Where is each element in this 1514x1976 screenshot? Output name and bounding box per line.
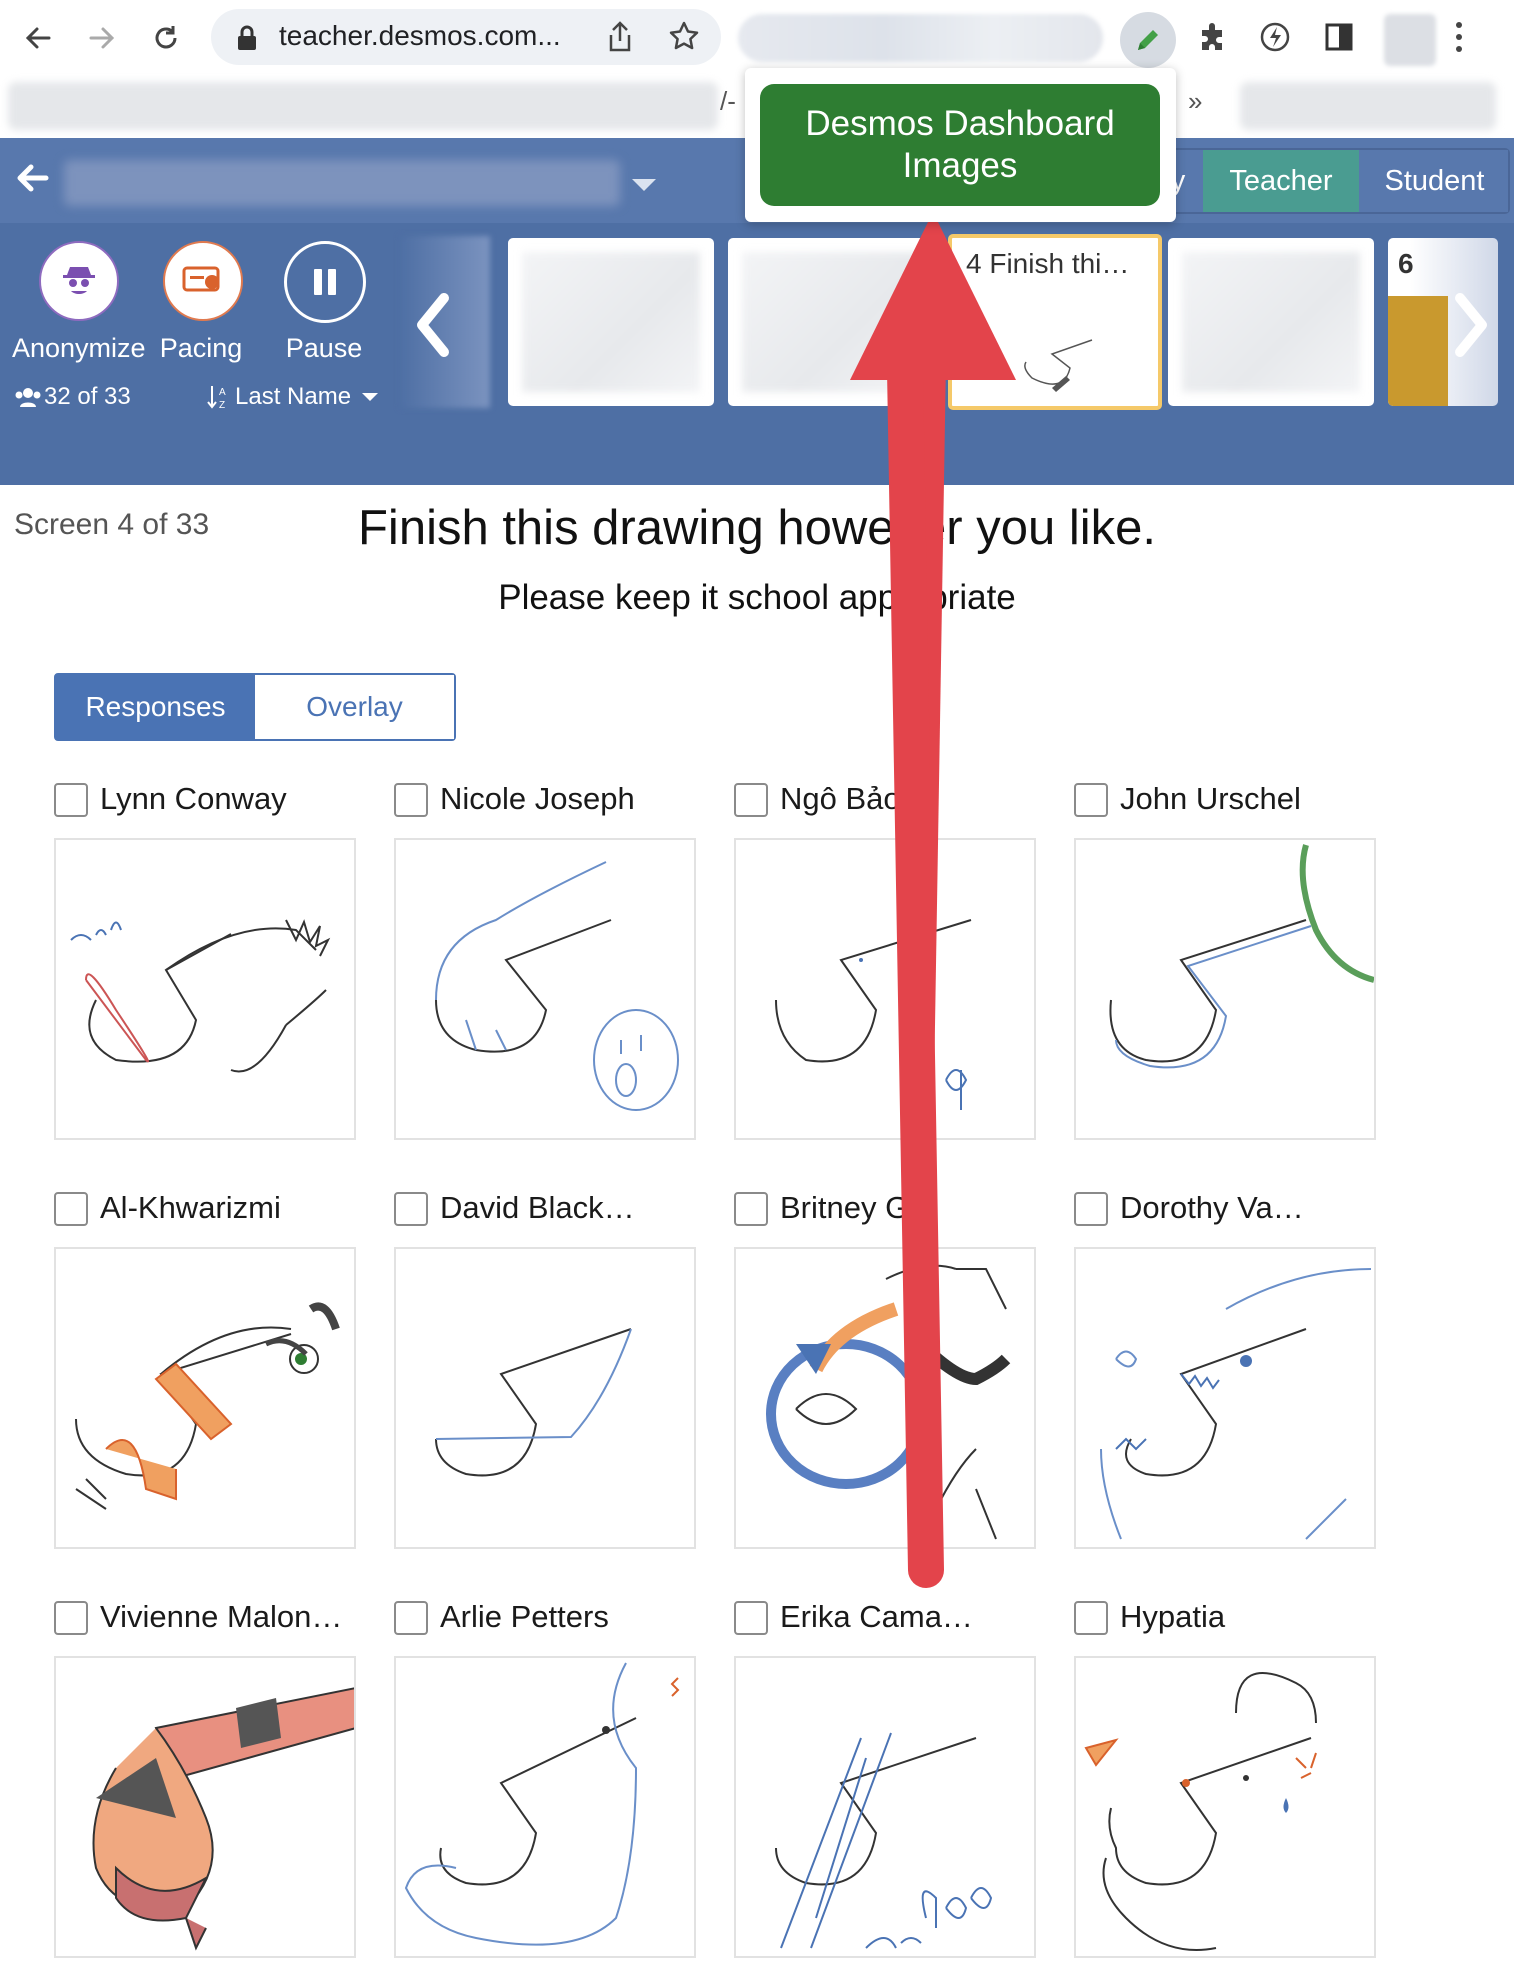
screen-thumbnail-3[interactable] bbox=[728, 238, 934, 406]
select-checkbox[interactable] bbox=[394, 1601, 428, 1635]
popup-button-line2: Images bbox=[902, 146, 1018, 185]
student-name: David Black… bbox=[440, 1190, 635, 1225]
bookmarks-blurred-right bbox=[1240, 82, 1496, 130]
select-checkbox[interactable] bbox=[54, 1192, 88, 1226]
screen-thumbnail-2[interactable] bbox=[508, 238, 714, 406]
pause-label: Pause bbox=[285, 333, 363, 363]
desmos-dashboard-images-button[interactable]: Desmos Dashboard Images bbox=[760, 84, 1160, 206]
pacing-button[interactable] bbox=[163, 241, 243, 321]
scroll-left-arrow-icon[interactable] bbox=[412, 290, 452, 360]
select-checkbox[interactable] bbox=[394, 1192, 428, 1226]
anonymize-button[interactable] bbox=[39, 241, 119, 321]
student-drawing[interactable] bbox=[1074, 838, 1376, 1140]
student-drawing[interactable] bbox=[394, 1656, 696, 1958]
student-name: Britney G… bbox=[780, 1190, 941, 1225]
student-drawing[interactable] bbox=[1074, 1247, 1376, 1549]
sort-az-icon: AZ bbox=[206, 384, 230, 415]
mode-teacher-tab[interactable]: Teacher bbox=[1203, 150, 1359, 212]
menu-kebab-icon[interactable] bbox=[1454, 20, 1464, 59]
view-toggle: Responses Overlay bbox=[54, 673, 456, 741]
student-drawing[interactable] bbox=[734, 1656, 1036, 1958]
select-checkbox[interactable] bbox=[394, 783, 428, 817]
student-drawing[interactable] bbox=[734, 1247, 1036, 1549]
url-text[interactable]: teacher.desmos.com... bbox=[279, 20, 561, 52]
student-name: Al-Khwarizmi bbox=[100, 1190, 281, 1225]
sort-caret-icon[interactable] bbox=[360, 390, 380, 408]
select-checkbox[interactable] bbox=[1074, 1601, 1108, 1635]
screen-thumbnail-4-current[interactable]: 4 Finish thi… bbox=[948, 234, 1162, 410]
performance-icon[interactable] bbox=[1258, 20, 1292, 59]
responses-tab[interactable]: Responses bbox=[56, 675, 255, 739]
student-name: Lynn Conway bbox=[100, 781, 287, 816]
forward-icon[interactable] bbox=[80, 16, 124, 60]
scroll-right-arrow-icon[interactable] bbox=[1452, 290, 1492, 360]
prompt-subtitle: Please keep it school appropriate bbox=[498, 578, 1016, 617]
extensions-puzzle-icon[interactable] bbox=[1196, 20, 1230, 59]
bookmarks-overflow[interactable]: » bbox=[1188, 86, 1202, 117]
students-icon bbox=[14, 387, 42, 412]
student-drawing[interactable] bbox=[1074, 1656, 1376, 1958]
prompt-title: Finish this drawing however you like. bbox=[358, 501, 1156, 555]
student-drawing[interactable] bbox=[394, 838, 696, 1140]
student-drawing[interactable] bbox=[54, 1656, 357, 1958]
activity-title-blurred[interactable] bbox=[64, 160, 620, 206]
thumb6-number: 6 bbox=[1398, 248, 1414, 279]
back-arrow-icon[interactable] bbox=[14, 160, 54, 200]
student-drawing[interactable] bbox=[394, 1247, 696, 1549]
student-name: John Urschel bbox=[1120, 781, 1301, 816]
select-checkbox[interactable] bbox=[734, 1192, 768, 1226]
mode-toggle: y Teacher Student bbox=[1157, 148, 1510, 214]
bookmarks-blurred bbox=[8, 82, 718, 130]
select-checkbox[interactable] bbox=[54, 783, 88, 817]
student-name: Ngô Bảo ... bbox=[780, 781, 936, 816]
overlay-tab[interactable]: Overlay bbox=[255, 675, 454, 739]
anonymize-label: Anonymize bbox=[12, 333, 146, 363]
pause-button[interactable] bbox=[284, 241, 366, 323]
back-icon[interactable] bbox=[16, 16, 60, 60]
select-checkbox[interactable] bbox=[1074, 1192, 1108, 1226]
profile-avatar[interactable] bbox=[1384, 14, 1436, 66]
bookmark-fragment[interactable]: /- bbox=[720, 86, 736, 117]
tab-strip-blurred bbox=[738, 14, 1103, 62]
share-icon[interactable] bbox=[605, 20, 635, 59]
bookmark-star-icon[interactable] bbox=[668, 20, 700, 57]
screen-thumbnail-5[interactable] bbox=[1168, 238, 1374, 406]
svg-text:Z: Z bbox=[219, 400, 225, 410]
pacing-label: Pacing bbox=[159, 333, 243, 363]
thumb4-title: 4 Finish thi… bbox=[966, 248, 1130, 279]
student-name: Hypatia bbox=[1120, 1599, 1226, 1634]
student-name: Dorothy Va… bbox=[1120, 1190, 1304, 1225]
side-panel-icon[interactable] bbox=[1324, 22, 1354, 57]
select-checkbox[interactable] bbox=[734, 1601, 768, 1635]
student-name: Nicole Joseph bbox=[440, 781, 635, 816]
select-checkbox[interactable] bbox=[1074, 783, 1108, 817]
student-name: Vivienne Malon… bbox=[100, 1599, 343, 1634]
student-count: 32 of 33 bbox=[44, 383, 131, 410]
sort-dropdown[interactable]: Last Name bbox=[235, 383, 351, 411]
mode-student-tab[interactable]: Student bbox=[1361, 150, 1508, 212]
select-checkbox[interactable] bbox=[54, 1601, 88, 1635]
popup-button-line1: Desmos Dashboard bbox=[805, 104, 1115, 143]
student-drawing[interactable] bbox=[54, 838, 356, 1140]
extension-popup: Desmos Dashboard Images bbox=[745, 68, 1176, 222]
pencil-extension-icon[interactable] bbox=[1120, 12, 1176, 68]
student-drawing[interactable] bbox=[734, 838, 1036, 1140]
student-drawing[interactable] bbox=[54, 1247, 356, 1549]
activity-dropdown-icon[interactable] bbox=[630, 176, 658, 199]
student-name: Arlie Petters bbox=[440, 1599, 609, 1634]
reload-icon[interactable] bbox=[144, 16, 188, 60]
select-checkbox[interactable] bbox=[734, 783, 768, 817]
svg-text:A: A bbox=[219, 387, 226, 398]
student-name: Erika Cama… bbox=[780, 1599, 973, 1634]
lock-icon bbox=[236, 24, 258, 57]
